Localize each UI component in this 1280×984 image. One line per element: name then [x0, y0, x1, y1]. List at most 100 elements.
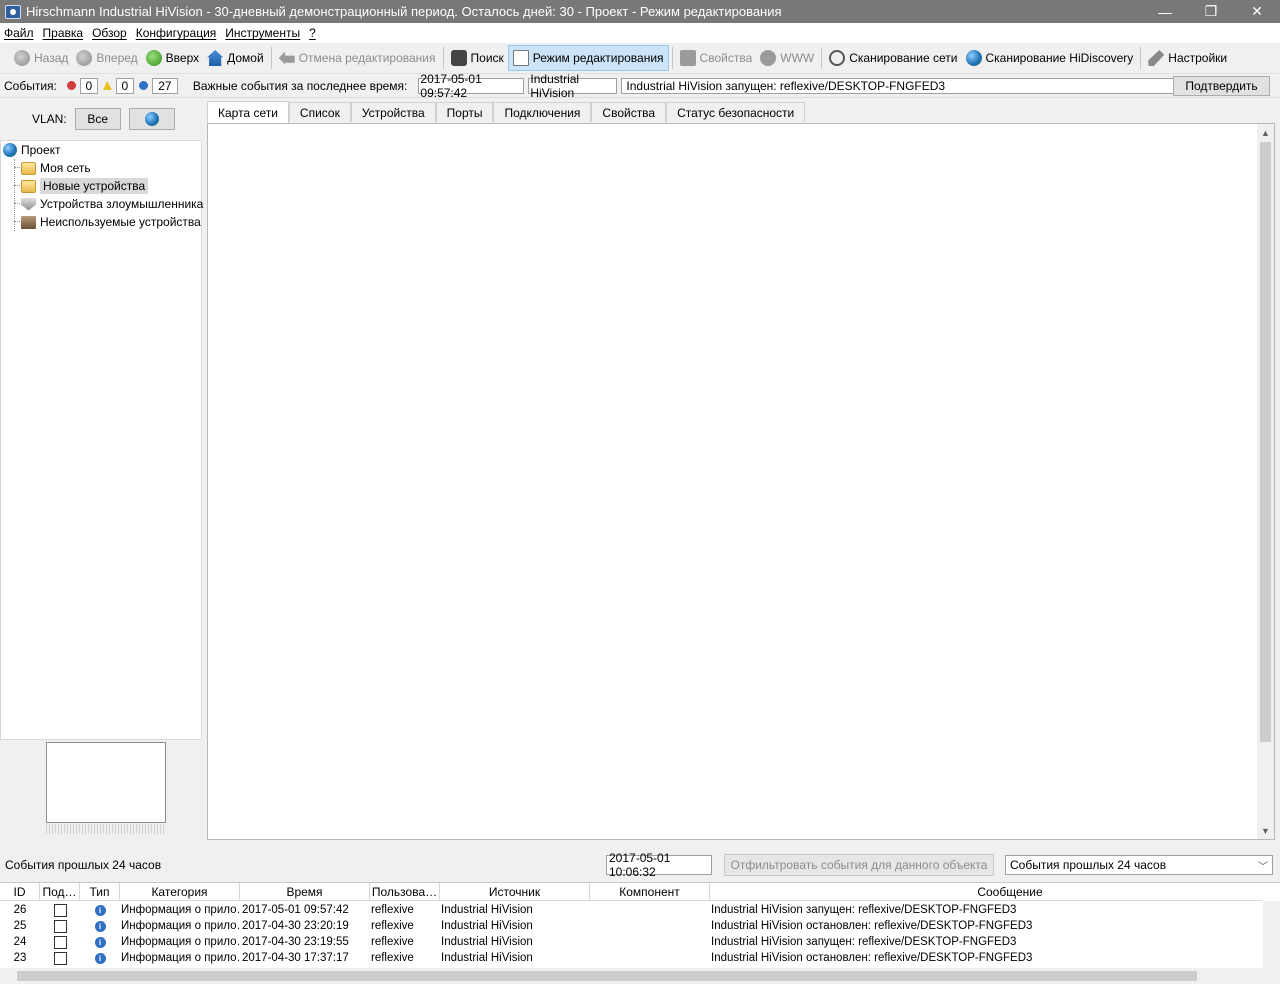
info-count[interactable]: 27 — [151, 77, 178, 94]
scroll-up-icon[interactable]: ▲ — [1257, 124, 1274, 141]
tab-ports[interactable]: Порты — [435, 102, 494, 122]
minimize-button[interactable]: — — [1142, 0, 1188, 23]
scroll-down-icon[interactable]: ▼ — [1257, 822, 1274, 839]
table-row[interactable]: 25 i Информация о прило… 2017-04-30 23:2… — [0, 918, 1262, 934]
tab-network-map[interactable]: Карта сети — [207, 101, 289, 123]
confirm-checkbox[interactable] — [53, 919, 67, 933]
col-category[interactable]: Категория — [120, 883, 240, 901]
toolbar-separator — [270, 47, 272, 69]
device-icon — [21, 215, 36, 229]
tree-item-my-network[interactable]: Моя сеть — [21, 159, 91, 177]
confirm-checkbox[interactable] — [53, 951, 67, 965]
col-id[interactable]: ID — [0, 883, 40, 901]
menu-edit[interactable]: Правка — [43, 26, 84, 40]
vlan-refresh-button[interactable] — [128, 108, 175, 130]
last-event-source: Industrial HiVision — [528, 72, 618, 100]
table-horizontal-scrollbar[interactable] — [0, 968, 1280, 984]
events-range-select[interactable]: События прошлых 24 часов ﹀ — [1005, 855, 1273, 875]
settings-button[interactable]: Настройки — [1144, 45, 1231, 71]
confirm-button[interactable]: Подтвердить — [1173, 76, 1270, 96]
tab-security-status[interactable]: Статус безопасности — [666, 102, 806, 122]
row-source: Industrial HiVision — [441, 952, 533, 964]
forward-label: Вперед — [96, 51, 138, 65]
network-map-canvas[interactable]: ▲ ▼ — [207, 123, 1275, 840]
undo-icon — [278, 51, 295, 65]
tab-devices[interactable]: Устройства — [350, 102, 436, 122]
toolbar: Назад Вперед Вверх Домой Отмена редактир… — [0, 43, 1280, 74]
col-type[interactable]: Тип — [80, 883, 120, 901]
col-message[interactable]: Сообщение — [710, 883, 1280, 901]
window-title: Hirschmann Industrial HiVision - 30-днев… — [26, 4, 782, 19]
row-component — [591, 950, 709, 966]
error-count[interactable]: 0 — [79, 77, 98, 94]
row-source: Industrial HiVision — [441, 904, 533, 916]
col-component[interactable]: Компонент — [590, 883, 710, 901]
tree-item-new-devices[interactable]: Новые устройства — [21, 177, 149, 195]
up-button[interactable]: Вверх — [142, 45, 203, 71]
map-vertical-scrollbar[interactable]: ▲ ▼ — [1257, 124, 1274, 839]
menu-file[interactable]: Файл — [4, 26, 34, 40]
table-vertical-scrollbar[interactable] — [1263, 901, 1280, 969]
row-component — [591, 934, 709, 950]
minimap-resize-handle[interactable] — [46, 824, 166, 834]
tab-list[interactable]: Список — [288, 102, 351, 122]
row-source: Industrial HiVision — [441, 920, 533, 932]
search-button[interactable]: Поиск — [447, 45, 508, 71]
col-time[interactable]: Время — [240, 883, 370, 901]
menu-configuration[interactable]: Конфигурация — [136, 26, 217, 40]
row-user: reflexive — [371, 920, 414, 932]
tree-item-label: Моя сеть — [40, 161, 91, 175]
menu-view[interactable]: Обзор — [92, 26, 127, 40]
map-scroll-thumb[interactable] — [1260, 142, 1271, 742]
network-scan-button[interactable]: Сканирование сети — [825, 45, 961, 71]
filter-events-button[interactable]: Отфильтровать события для данного объект… — [724, 854, 994, 876]
toolbar-separator — [1140, 47, 1142, 69]
undo-edit-button[interactable]: Отмена редактирования — [275, 45, 440, 71]
menu-tools[interactable]: Инструменты — [225, 26, 300, 40]
tree-item-intruder-devices[interactable]: Устройства злоумышленника — [21, 195, 203, 213]
events-table-header: ID Под… Тип Категория Время Пользова… Ис… — [0, 883, 1262, 901]
wrench-icon — [1148, 50, 1165, 66]
confirm-checkbox[interactable] — [53, 903, 67, 917]
properties-icon — [679, 50, 696, 66]
table-hscroll-thumb[interactable] — [17, 971, 1197, 981]
tab-properties[interactable]: Свойства — [591, 102, 667, 122]
back-button[interactable]: Назад — [10, 45, 72, 71]
row-user: reflexive — [371, 904, 414, 916]
tab-connections[interactable]: Подключения — [493, 102, 592, 122]
tree-item-unused-devices[interactable]: Неиспользуемые устройства — [21, 213, 201, 231]
www-button[interactable]: WWW — [756, 45, 818, 71]
close-button[interactable]: ✕ — [1234, 0, 1280, 23]
vlan-all-button[interactable]: Все — [74, 108, 121, 130]
col-confirmed[interactable]: Под… — [40, 883, 80, 901]
magnifier-icon — [829, 50, 846, 66]
col-user[interactable]: Пользова… — [370, 883, 440, 901]
folder-icon — [21, 179, 36, 193]
menu-help[interactable]: ? — [309, 26, 316, 40]
network-scan-label: Сканирование сети — [849, 51, 958, 65]
events-panel-title: События прошлых 24 часов — [5, 858, 162, 872]
table-row[interactable]: 24 i Информация о прило… 2017-04-30 23:1… — [0, 934, 1262, 950]
row-category: Информация о прило… — [121, 936, 239, 948]
home-button[interactable]: Домой — [203, 45, 268, 71]
edit-mode-button[interactable]: Режим редактирования — [507, 45, 669, 71]
hidiscovery-scan-button[interactable]: Сканирование HiDiscovery — [962, 45, 1138, 71]
project-tree: Проект Моя сеть Новые устройства Устройс… — [0, 140, 203, 740]
properties-button[interactable]: Свойства — [676, 45, 757, 71]
col-source[interactable]: Источник — [440, 883, 590, 901]
row-message: Industrial HiVision остановлен: reflexiv… — [711, 952, 1033, 964]
confirm-checkbox[interactable] — [53, 935, 67, 949]
tree-item-label: Новые устройства — [40, 178, 149, 194]
important-events-label: Важные события за последнее время: — [192, 78, 408, 93]
warning-count[interactable]: 0 — [115, 77, 134, 94]
table-row[interactable]: 23 i Информация о прило… 2017-04-30 17:3… — [0, 950, 1262, 966]
up-arrow-icon — [145, 50, 162, 66]
tree-item-project[interactable]: Проект — [3, 141, 61, 159]
toolbar-separator — [671, 47, 673, 69]
edit-mode-label: Режим редактирования — [532, 51, 664, 65]
minimap[interactable] — [46, 742, 166, 823]
table-row[interactable]: 26 i Информация о прило… 2017-05-01 09:5… — [0, 902, 1262, 918]
row-confirm-cell — [40, 918, 80, 934]
forward-button[interactable]: Вперед — [72, 45, 141, 71]
restore-button[interactable]: ❐ — [1188, 0, 1234, 23]
